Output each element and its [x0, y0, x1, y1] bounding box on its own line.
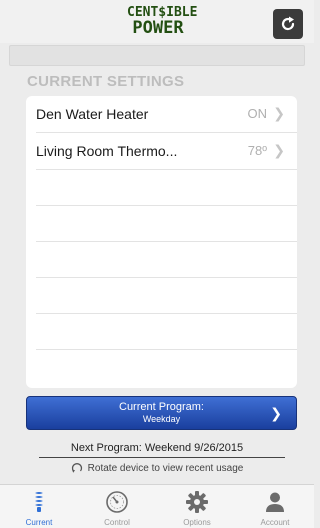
sub-header-bar [9, 45, 305, 66]
bulb-icon [35, 492, 43, 512]
tab-label: Options [183, 518, 211, 527]
row-divider [36, 349, 297, 350]
chevron-right-icon: ❯ [270, 405, 282, 421]
tab-label: Account [260, 518, 290, 527]
gauge-icon [106, 491, 128, 513]
tab-account[interactable]: Account [236, 485, 314, 528]
setting-label: Den Water Heater [36, 106, 149, 122]
program-title: Current Program: [119, 401, 204, 413]
rotate-hint-text: Rotate device to view recent usage [87, 462, 244, 474]
row-divider [36, 277, 297, 278]
setting-value: 78º [247, 143, 267, 158]
current-program-button[interactable]: Current Program: Weekday ❯ [26, 396, 297, 430]
row-divider [36, 205, 297, 206]
rotate-icon [71, 463, 82, 473]
chevron-right-icon: ❯ [273, 142, 285, 158]
settings-row-den-water-heater[interactable]: Den Water Heater ON ❯ [26, 96, 297, 132]
setting-value: ON [247, 106, 268, 121]
rotate-hint: Rotate device to view recent usage [0, 462, 314, 474]
divider [39, 457, 285, 458]
tab-label: Control [104, 518, 130, 527]
setting-label: Living Room Thermo... [36, 143, 178, 159]
section-title: CURRENT SETTINGS [27, 73, 185, 90]
refresh-icon [281, 16, 295, 31]
logo-line-2: POWER [132, 18, 184, 38]
row-divider [36, 169, 297, 170]
tab-options[interactable]: Options [158, 485, 236, 528]
app-header: CENT$IBLE POWER [0, 0, 314, 43]
settings-list: Den Water Heater ON ❯ Living Room Thermo… [26, 96, 297, 388]
next-program-text: Next Program: Weekend 9/26/2015 [70, 442, 244, 454]
user-icon [266, 492, 284, 512]
row-divider [36, 313, 297, 314]
settings-row-living-room-thermostat[interactable]: Living Room Thermo... 78º ❯ [26, 133, 297, 169]
refresh-button[interactable] [273, 9, 303, 39]
tab-current[interactable]: Current [0, 485, 78, 528]
centsible-power-logo: CENT$IBLE POWER [127, 4, 197, 40]
tab-label: Current [25, 518, 53, 527]
program-name: Weekday [142, 414, 181, 424]
gear-icon [186, 491, 208, 513]
tab-bar: Current Control Options Account [0, 484, 314, 528]
row-divider [36, 241, 297, 242]
chevron-right-icon: ❯ [273, 105, 285, 121]
tab-control[interactable]: Control [78, 485, 156, 528]
